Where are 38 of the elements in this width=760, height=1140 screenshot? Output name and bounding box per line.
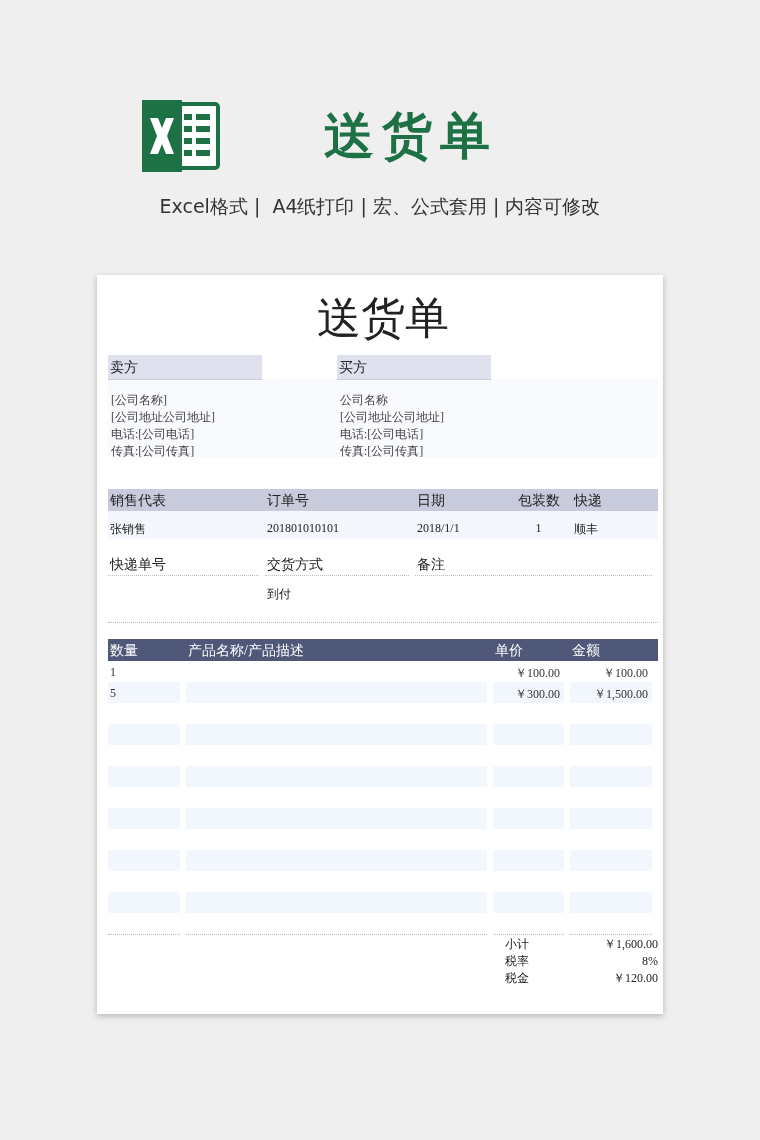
table-cell-text: 1: [109, 664, 117, 681]
total-label: 税金: [504, 970, 529, 987]
total-value: 8%: [642, 953, 658, 970]
table-cell-text: 201801010101: [266, 520, 340, 537]
table-cell-text: 到付: [266, 586, 292, 603]
column-header: 数量: [109, 642, 139, 660]
banner-subtitle: Excel格式 | A4纸打印 | 宏、公式套用 | 内容可修改: [158, 194, 602, 220]
column-header: 单价: [494, 642, 524, 660]
spreadsheet-logo-icon: [140, 100, 220, 172]
table-cell: 5: [108, 682, 180, 703]
table-cell: ￥1,500.00: [570, 682, 652, 703]
column-header: 销售代表: [109, 492, 167, 510]
column-header: 交货方式: [265, 553, 409, 576]
column-header: 快递单号: [108, 553, 259, 576]
table-cell-text: ￥100.00: [602, 665, 649, 682]
table-cell-text: 1: [534, 520, 543, 537]
column-header: 金额: [571, 642, 601, 660]
seller-header: 卖方: [108, 355, 262, 380]
seller-details: [公司名称] [公司地址公司地址] 电话:[公司电话] 传真:[公司传真]: [110, 392, 216, 460]
table-cell: ￥300.00: [493, 682, 564, 703]
sheet-title: 送货单: [316, 293, 450, 345]
total-value: ￥120.00: [613, 970, 658, 987]
column-header: 产品名称/产品描述: [187, 642, 305, 660]
column-header: 包装数: [516, 492, 561, 510]
column-header: 快递: [572, 492, 603, 510]
buyer-header: 买方: [337, 355, 491, 380]
table-cell-text: 2018/1/1: [416, 520, 461, 537]
table-cell-text: ￥100.00: [514, 665, 561, 682]
banner-title: 送货单: [324, 105, 498, 167]
column-header: 日期: [416, 492, 446, 510]
total-label: 小计: [504, 936, 529, 953]
table-cell-text: 顺丰: [573, 521, 599, 538]
total-value: ￥1,600.00: [604, 936, 658, 953]
column-header: 订单号: [266, 492, 310, 510]
buyer-details: 公司名称 [公司地址公司地址] 电话:[公司电话] 传真:[公司传真]: [339, 392, 445, 460]
column-header: 备注: [415, 553, 652, 576]
total-label: 税率: [504, 953, 529, 970]
table-cell-text: 张销售: [109, 521, 147, 538]
